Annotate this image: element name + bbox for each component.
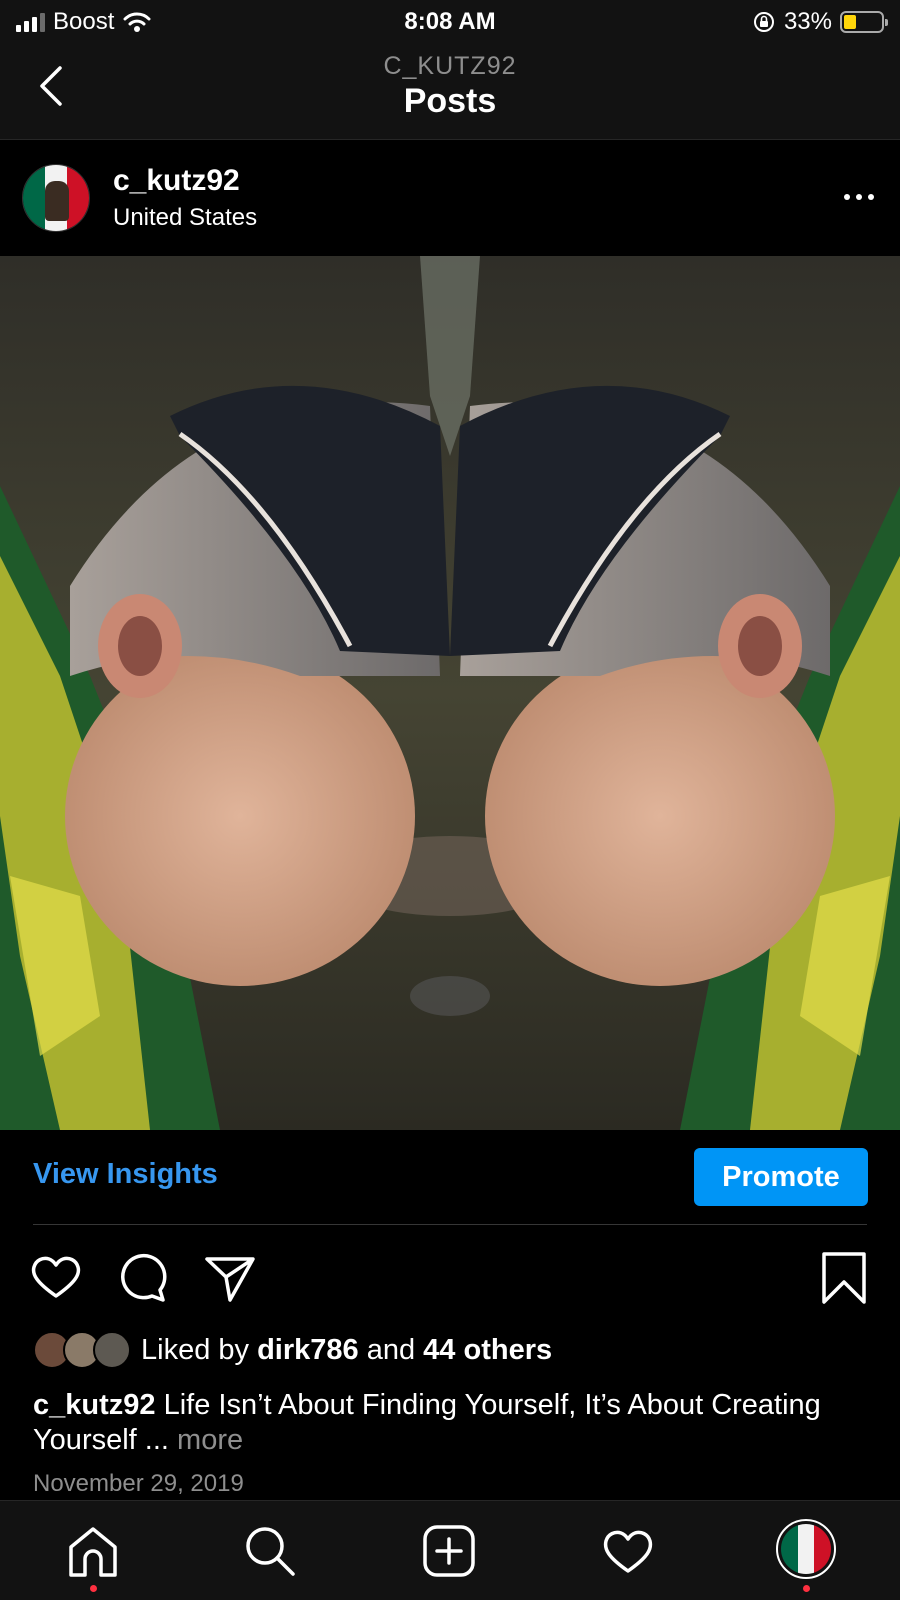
activity-icon[interactable] bbox=[600, 1523, 656, 1579]
battery-icon bbox=[840, 11, 888, 33]
battery-percent: 33% bbox=[783, 8, 832, 35]
post-header: c_kutz92 United States bbox=[0, 140, 900, 256]
battery-fill bbox=[844, 15, 856, 29]
header-username: C_KUTZ92 bbox=[383, 52, 517, 80]
liker-avatars bbox=[33, 1331, 133, 1369]
post-location[interactable]: United States bbox=[113, 204, 257, 232]
profile-avatar[interactable] bbox=[776, 1519, 836, 1579]
bookmark-icon[interactable] bbox=[816, 1250, 872, 1306]
insights-row: View Insights Promote bbox=[0, 1130, 900, 1224]
post-image[interactable] bbox=[0, 256, 900, 1130]
share-icon[interactable] bbox=[202, 1250, 258, 1306]
ellipsis-icon[interactable] bbox=[844, 194, 874, 200]
caption-more-link[interactable]: more bbox=[177, 1424, 243, 1456]
post-date: November 29, 2019 bbox=[33, 1470, 244, 1497]
post-username[interactable]: c_kutz92 bbox=[113, 164, 240, 198]
caption-username[interactable]: c_kutz92 bbox=[33, 1389, 156, 1421]
home-notification-dot bbox=[90, 1585, 97, 1592]
rotation-lock-icon bbox=[753, 12, 774, 32]
action-bar bbox=[0, 1250, 900, 1306]
liker-username[interactable]: dirk786 bbox=[257, 1334, 359, 1366]
heart-icon[interactable] bbox=[28, 1250, 84, 1306]
likes-and: and bbox=[366, 1333, 416, 1366]
promote-button[interactable]: Promote bbox=[694, 1148, 868, 1206]
likes-text[interactable]: Liked by dirk786 and 44 others bbox=[141, 1334, 552, 1367]
caption: c_kutz92 Life Isn’t About Finding Yourse… bbox=[33, 1388, 853, 1458]
comment-icon[interactable] bbox=[114, 1250, 170, 1306]
search-icon[interactable] bbox=[242, 1523, 298, 1579]
divider bbox=[33, 1224, 867, 1225]
likes-row[interactable]: Liked by dirk786 and 44 others bbox=[33, 1330, 552, 1370]
status-bar: Boost 8:08 AM 33% bbox=[0, 0, 900, 44]
profile-notification-dot bbox=[803, 1585, 810, 1592]
nav-header: C_KUTZ92 Posts bbox=[0, 44, 900, 140]
page-title: Posts bbox=[403, 82, 497, 120]
caption-ellipsis: ... bbox=[144, 1424, 169, 1456]
likes-others[interactable]: 44 others bbox=[423, 1334, 552, 1366]
tab-bar bbox=[0, 1500, 900, 1600]
status-right: 33% bbox=[752, 8, 888, 36]
avatar bbox=[93, 1331, 131, 1369]
new-post-icon[interactable] bbox=[421, 1523, 477, 1579]
avatar[interactable] bbox=[22, 164, 90, 232]
likes-prefix: Liked by bbox=[141, 1333, 250, 1366]
view-insights-link[interactable]: View Insights bbox=[33, 1158, 218, 1191]
home-icon[interactable] bbox=[65, 1523, 121, 1579]
